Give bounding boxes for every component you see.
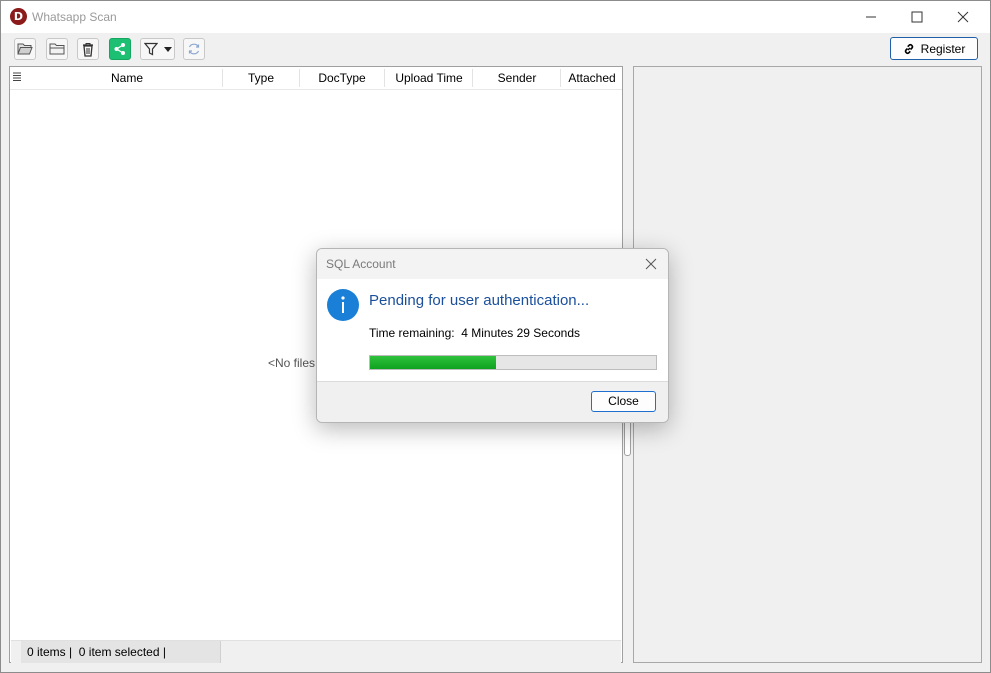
dialog-close-icon[interactable] bbox=[643, 256, 659, 272]
close-button[interactable]: Close bbox=[591, 391, 656, 412]
register-button[interactable]: Register bbox=[890, 37, 978, 60]
progress-fill bbox=[370, 356, 496, 369]
time-remaining: Time remaining: 4 Minutes 29 Seconds bbox=[369, 326, 580, 340]
column-header-type[interactable]: Type bbox=[223, 67, 299, 89]
register-label: Register bbox=[920, 41, 966, 56]
column-header-sender[interactable]: Sender bbox=[473, 67, 561, 89]
dialog-footer: Close bbox=[317, 381, 668, 422]
column-header-attached[interactable]: Attached bbox=[561, 67, 623, 89]
chevron-down-icon bbox=[163, 46, 172, 52]
close-window-button[interactable] bbox=[940, 1, 986, 33]
app-logo-icon: D bbox=[10, 8, 27, 25]
minimize-icon bbox=[866, 16, 876, 18]
dialog-heading: Pending for user authentication... bbox=[369, 292, 590, 309]
open-file-button[interactable] bbox=[14, 38, 36, 60]
time-remaining-value: 4 Minutes 29 Seconds bbox=[461, 326, 581, 340]
title-bar: D Whatsapp Scan bbox=[1, 1, 990, 33]
maximize-button[interactable] bbox=[894, 1, 940, 33]
link-icon bbox=[904, 43, 913, 54]
refresh-button[interactable] bbox=[183, 38, 205, 60]
column-header-name[interactable]: Name bbox=[32, 67, 222, 89]
share-button[interactable] bbox=[109, 38, 131, 60]
close-icon bbox=[957, 11, 969, 23]
status-bar: 0 items | 0 item selected | bbox=[11, 640, 621, 663]
toolbar: Register bbox=[1, 33, 990, 65]
delete-button[interactable] bbox=[77, 38, 99, 60]
share-icon bbox=[114, 43, 125, 55]
info-icon bbox=[327, 289, 359, 321]
progress-bar bbox=[369, 355, 657, 370]
status-text: 0 items | 0 item selected | bbox=[21, 641, 221, 663]
filter-icon bbox=[144, 42, 158, 56]
table-header: Name Type DocType Upload Time Sender Att… bbox=[10, 67, 622, 90]
column-header-doctype[interactable]: DocType bbox=[300, 67, 384, 89]
folder-icon bbox=[49, 43, 65, 55]
filter-dropdown-button[interactable] bbox=[161, 38, 175, 60]
open-folder-icon bbox=[17, 43, 33, 55]
minimize-button[interactable] bbox=[848, 1, 894, 33]
time-remaining-label: Time remaining: bbox=[369, 326, 455, 340]
refresh-icon bbox=[188, 43, 200, 55]
preview-panel bbox=[633, 66, 982, 663]
filter-button[interactable] bbox=[140, 38, 162, 60]
maximize-icon bbox=[911, 11, 923, 23]
empty-list-message: <No files bbox=[268, 356, 316, 370]
open-folder-button[interactable] bbox=[46, 38, 68, 60]
column-chooser-icon[interactable] bbox=[13, 72, 21, 82]
column-header-upload-time[interactable]: Upload Time bbox=[385, 67, 473, 89]
trash-icon bbox=[83, 42, 93, 57]
dialog-title-bar: SQL Account bbox=[317, 249, 668, 279]
dialog-title: SQL Account bbox=[326, 257, 396, 271]
auth-dialog: SQL Account Pending for user authenticat… bbox=[316, 248, 669, 423]
window-title: Whatsapp Scan bbox=[32, 10, 117, 24]
